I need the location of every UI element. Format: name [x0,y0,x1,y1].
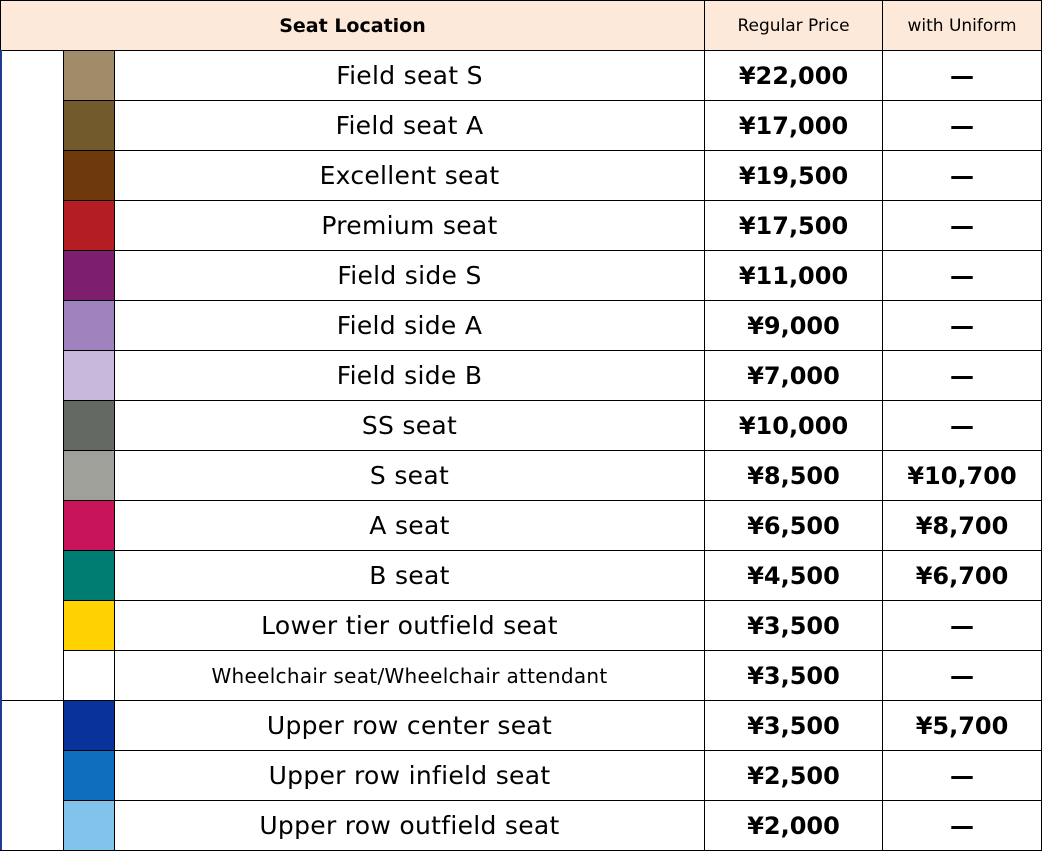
regular-price: ¥4,500 [704,550,883,601]
regular-price: ¥2,000 [704,800,883,851]
regular-price: ¥22,000 [704,50,883,101]
table-row: A seat ¥6,500 ¥8,700 [1,500,1042,551]
seat-color-swatch [63,400,115,451]
seat-name: Upper row outfield seat [114,800,705,851]
seat-price-table: Seat Location Regular Price with Uniform… [0,0,1042,851]
uniform-price: — [882,350,1042,401]
seat-color-swatch [63,50,115,101]
uniform-price: — [882,200,1042,251]
table-row: SS seat ¥10,000 — [1,400,1042,451]
uniform-price: — [882,300,1042,351]
uniform-price: ¥5,700 [882,700,1042,751]
seat-name: Field side S [114,250,705,301]
table-row: Wheelchair seat/Wheelchair attendant ¥3,… [1,650,1042,701]
uniform-price: — [882,150,1042,201]
seat-color-swatch [63,700,115,751]
table-header-row: Seat Location Regular Price with Uniform [0,0,1042,51]
table-row: Excellent seat ¥19,500 — [1,150,1042,201]
uniform-price: — [882,800,1042,851]
uniform-price: — [882,750,1042,801]
seat-name: B seat [114,550,705,601]
seat-color-swatch [63,550,115,601]
uniform-price: ¥10,700 [882,450,1042,501]
table-row: Upper row center seat ¥3,500 ¥5,700 [0,700,1042,851]
seat-color-swatch [63,800,115,851]
seat-name: A seat [114,500,705,551]
seat-color-swatch [63,500,115,551]
table-row: Field side A ¥9,000 — [1,300,1042,351]
table-row: Field side S ¥11,000 — [1,250,1042,301]
regular-price: ¥8,500 [704,450,883,501]
header-regular-price: Regular Price [704,0,883,51]
table-row: Field seat A ¥17,000 — [1,100,1042,151]
regular-price: ¥2,500 [704,750,883,801]
uniform-price: — [882,250,1042,301]
table-row: S seat ¥8,500 ¥10,700 [1,450,1042,501]
seat-color-swatch [63,300,115,351]
table-row: Upper row outfield seat ¥2,000 — [1,800,1042,851]
uniform-price: — [882,600,1042,651]
table-row: B seat ¥4,500 ¥6,700 [1,550,1042,601]
regular-price: ¥6,500 [704,500,883,551]
seat-color-swatch [63,650,115,701]
table-row: Field seat S ¥22,000 — [0,50,1042,701]
regular-price: ¥7,000 [704,350,883,401]
regular-price: ¥3,500 [704,600,883,651]
uniform-price: — [882,100,1042,151]
seat-color-swatch [63,450,115,501]
seat-name: Field seat A [114,100,705,151]
seat-name: Upper row infield seat [114,750,705,801]
uniform-price: — [882,650,1042,701]
regular-price: ¥17,500 [704,200,883,251]
regular-price: ¥9,000 [704,300,883,351]
uniform-price: — [882,50,1042,101]
table-row: Lower tier outfield seat ¥3,500 — [1,600,1042,651]
seat-name: Field side B [114,350,705,401]
regular-price: ¥10,000 [704,400,883,451]
seat-name: Upper row center seat [114,700,705,751]
seat-color-swatch [63,100,115,151]
uniform-price: — [882,400,1042,451]
regular-price: ¥3,500 [704,650,883,701]
seat-color-swatch [63,750,115,801]
left-edge-accent [0,50,2,850]
regular-price: ¥19,500 [704,150,883,201]
seat-color-swatch [63,250,115,301]
table-row: Premium seat ¥17,500 — [1,200,1042,251]
seat-name: Wheelchair seat/Wheelchair attendant [114,650,705,701]
regular-price: ¥11,000 [704,250,883,301]
regular-price: ¥3,500 [704,700,883,751]
upper-row-group-cell [0,700,64,851]
seat-color-swatch [63,200,115,251]
header-seat-location: Seat Location [0,0,705,51]
header-with-uniform: with Uniform [882,0,1042,51]
seat-color-swatch [63,150,115,201]
seat-name: S seat [114,450,705,501]
uniform-price: ¥8,700 [882,500,1042,551]
seat-name: Excellent seat [114,150,705,201]
seat-name: Premium seat [114,200,705,251]
seat-color-swatch [63,350,115,401]
infield-group-cell [0,50,64,701]
seat-name: Field seat S [114,50,705,101]
seat-name: Lower tier outfield seat [114,600,705,651]
table-row: Field side B ¥7,000 — [1,350,1042,401]
regular-price: ¥17,000 [704,100,883,151]
seat-color-swatch [63,600,115,651]
seat-name: SS seat [114,400,705,451]
table-row: Upper row infield seat ¥2,500 — [1,750,1042,801]
seat-name: Field side A [114,300,705,351]
uniform-price: ¥6,700 [882,550,1042,601]
